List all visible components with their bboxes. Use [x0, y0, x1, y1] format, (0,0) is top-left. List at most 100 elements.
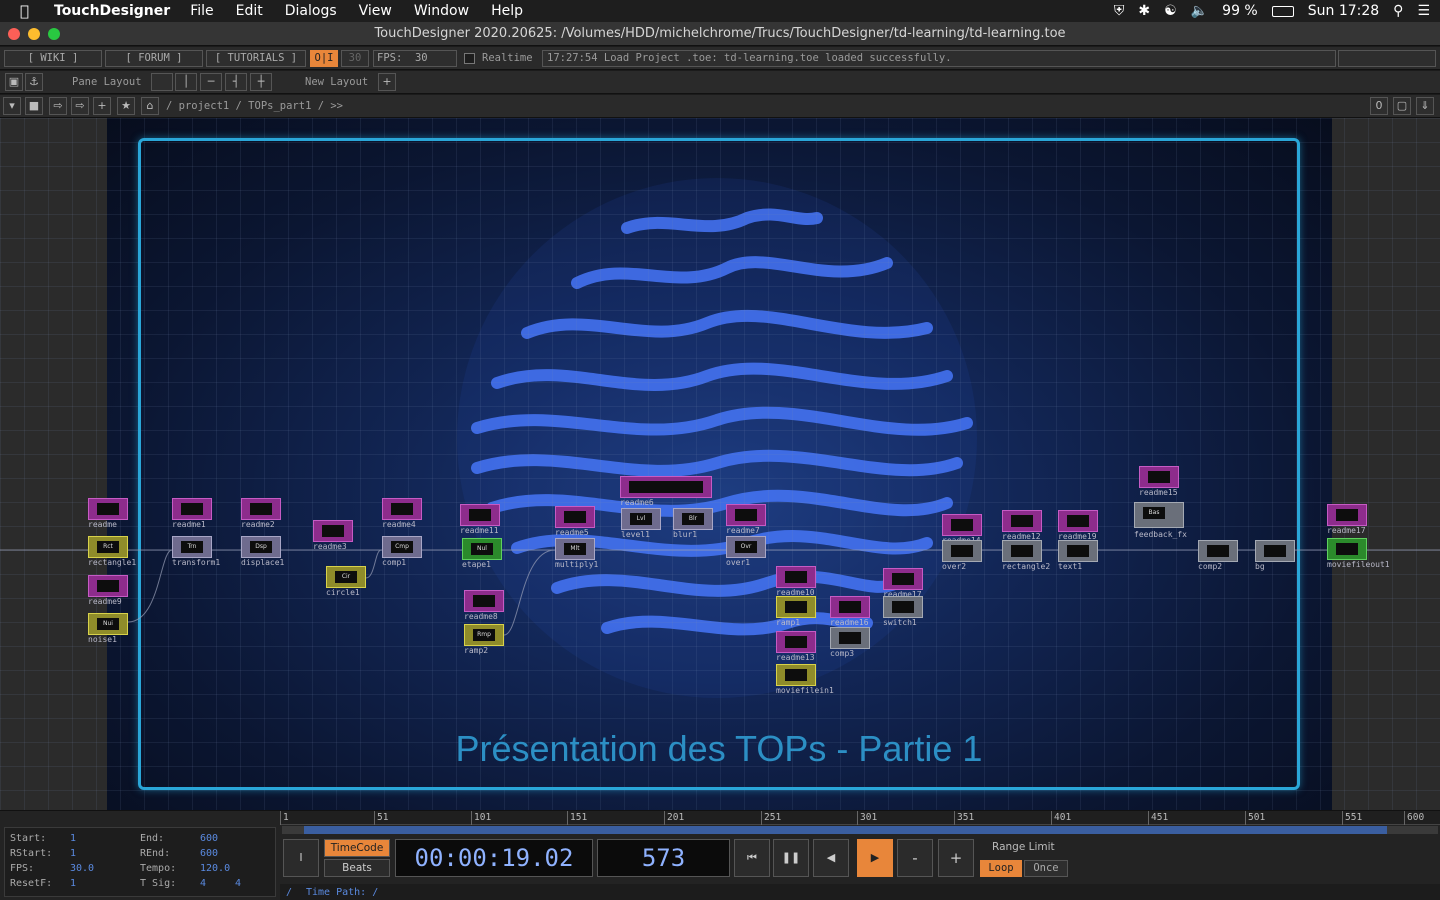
forward-arrow-icon[interactable]: ⇨: [71, 97, 89, 115]
realtime-checkbox[interactable]: [464, 53, 475, 64]
clock[interactable]: Sun 17:28: [1308, 3, 1379, 19]
node-multiply1[interactable]: Mlt: [555, 538, 595, 560]
zoom-window-button[interactable]: [48, 28, 60, 40]
battery-icon[interactable]: [1271, 5, 1294, 17]
end-value[interactable]: 600: [200, 833, 218, 844]
layout-quad-icon[interactable]: ┼: [250, 73, 272, 91]
oi-toggle[interactable]: O|I: [310, 50, 338, 67]
rstart-value[interactable]: 1: [70, 848, 76, 859]
status-extra-field[interactable]: [1338, 50, 1436, 67]
node-readme11[interactable]: [460, 504, 500, 526]
menu-window[interactable]: Window: [414, 3, 469, 19]
bluetooth-icon[interactable]: ✱: [1138, 3, 1150, 19]
network-path[interactable]: / project1 / TOPs_part1 / >>: [166, 98, 343, 115]
menu-file[interactable]: File: [190, 3, 213, 19]
node-over1[interactable]: Ovr: [726, 536, 766, 558]
network-editor[interactable]: Présentation des TOPs - Partie 1 readme R…: [0, 118, 1440, 810]
node-readme17[interactable]: [883, 568, 923, 590]
back-arrow-icon[interactable]: ⇨: [49, 97, 67, 115]
once-button[interactable]: Once: [1024, 860, 1068, 877]
node-readme2[interactable]: [241, 498, 281, 520]
i-button[interactable]: I: [283, 839, 319, 877]
node-moviefileout1[interactable]: [1327, 538, 1367, 560]
node-moviefilein1[interactable]: [776, 664, 816, 686]
maximize-pane-icon[interactable]: ▢: [1393, 97, 1411, 115]
pane-menu-icon[interactable]: ⇓: [1416, 97, 1434, 115]
fps-limit-field[interactable]: 30: [341, 50, 369, 67]
menu-list-icon[interactable]: ☰: [1417, 3, 1430, 19]
node-over2[interactable]: [942, 540, 982, 562]
node-etape1[interactable]: Nul: [462, 538, 502, 560]
node-readme5[interactable]: [555, 506, 595, 528]
node-displace1[interactable]: Dsp: [241, 536, 281, 558]
node-switch1[interactable]: [883, 596, 923, 618]
time-path-slash[interactable]: /: [286, 884, 292, 900]
node-bg[interactable]: [1255, 540, 1295, 562]
rend-value[interactable]: 600: [200, 848, 218, 859]
rewind-icon[interactable]: ⏮: [734, 839, 770, 877]
node-ramp2[interactable]: Rmp: [464, 624, 504, 646]
timeline-scrubber[interactable]: [282, 826, 1438, 834]
add-button[interactable]: +: [93, 97, 111, 115]
node-blur1[interactable]: Blr: [673, 508, 713, 530]
node-rectangle1[interactable]: Rct: [88, 536, 128, 558]
node-readme8[interactable]: [464, 590, 504, 612]
node-noise1[interactable]: Nui: [88, 613, 128, 635]
node-readme4[interactable]: [382, 498, 422, 520]
new-layout-add-button[interactable]: +: [378, 73, 396, 91]
node-comp1[interactable]: Cmp: [382, 536, 422, 558]
resetf-value[interactable]: 1: [70, 878, 76, 889]
volume-icon[interactable]: 🔈: [1191, 3, 1208, 19]
timecode-toggle[interactable]: TimeCode: [324, 839, 390, 857]
wiki-button[interactable]: [ WIKI ]: [4, 50, 102, 67]
node-readme10[interactable]: [776, 566, 816, 588]
node-readme14[interactable]: [942, 514, 982, 536]
star-icon[interactable]: ★: [117, 97, 135, 115]
counter-field[interactable]: 0: [1370, 97, 1388, 115]
node-readme3[interactable]: [313, 520, 353, 542]
play-icon[interactable]: ▶: [857, 839, 893, 877]
loop-button[interactable]: Loop: [980, 860, 1022, 877]
chevron-down-icon[interactable]: ▾: [3, 97, 21, 115]
menu-help[interactable]: Help: [491, 3, 523, 19]
shield-icon[interactable]: ⛨: [1114, 3, 1125, 19]
step-back-button[interactable]: -: [897, 839, 933, 877]
menu-view[interactable]: View: [359, 3, 392, 19]
frame-display[interactable]: 573: [597, 839, 730, 877]
timeline-ruler[interactable]: 1 51 101 151 201 251 301 351 401 451 501 551 600: [280, 811, 1440, 825]
stop-icon[interactable]: ■: [25, 97, 43, 115]
forum-button[interactable]: [ FORUM ]: [105, 50, 203, 67]
step-forward-button[interactable]: +: [938, 839, 974, 877]
fps-value[interactable]: 30.0: [70, 863, 94, 874]
tsig-value-b[interactable]: 4: [235, 878, 241, 889]
wifi-icon[interactable]: ☯: [1164, 3, 1177, 19]
apple-icon[interactable]: : [20, 2, 38, 20]
node-readme16[interactable]: [830, 596, 870, 618]
node-readme19[interactable]: [1058, 510, 1098, 532]
tutorials-button[interactable]: [ TUTORIALS ]: [206, 50, 306, 67]
tempo-value[interactable]: 120.0: [200, 863, 230, 874]
pause-icon[interactable]: ❚❚: [773, 839, 809, 877]
image-icon[interactable]: ▣: [5, 73, 23, 91]
node-ramp1[interactable]: [776, 596, 816, 618]
menu-edit[interactable]: Edit: [236, 3, 263, 19]
layout-single-icon[interactable]: [151, 73, 173, 91]
node-level1[interactable]: Lvl: [621, 508, 661, 530]
search-icon[interactable]: ⚲: [1393, 3, 1403, 19]
node-feedback_fx[interactable]: Bas: [1134, 502, 1184, 528]
node-readme9[interactable]: [88, 575, 128, 597]
node-transform1[interactable]: Trn: [172, 536, 212, 558]
node-readme13[interactable]: [776, 631, 816, 653]
layout-three-icon[interactable]: ┤: [225, 73, 247, 91]
node-readme17[interactable]: [1327, 504, 1367, 526]
node-readme7[interactable]: [726, 504, 766, 526]
minimize-window-button[interactable]: [28, 28, 40, 40]
node-circle1[interactable]: Cir: [326, 566, 366, 588]
fps-field[interactable]: FPS: 30: [373, 50, 457, 67]
close-window-button[interactable]: [8, 28, 20, 40]
timecode-display[interactable]: 00:00:19.02: [395, 839, 593, 877]
start-value[interactable]: 1: [70, 833, 76, 844]
node-readme6[interactable]: [620, 476, 712, 498]
beats-toggle[interactable]: Beats: [324, 859, 390, 877]
node-comp3[interactable]: [830, 627, 870, 649]
